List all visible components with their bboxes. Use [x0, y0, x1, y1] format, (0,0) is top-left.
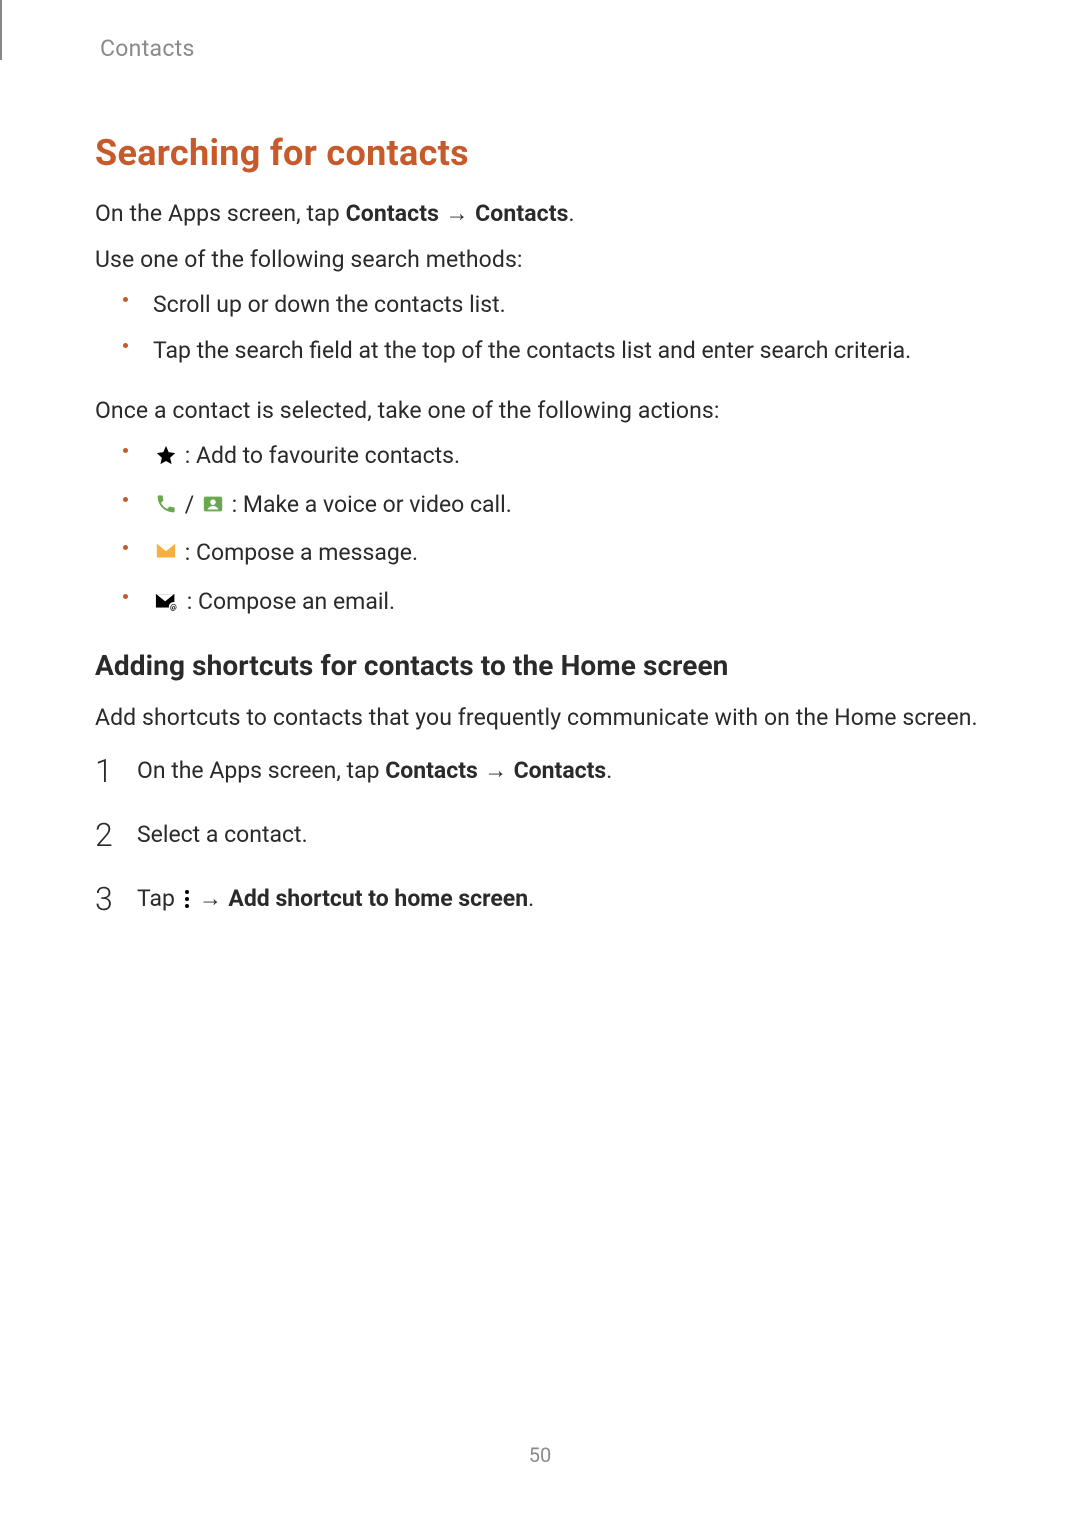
- arrow-text: →: [439, 200, 475, 226]
- search-methods-list: Scroll up or down the contacts list. Tap…: [123, 287, 985, 368]
- list-item-text: : Add to favourite contacts.: [179, 442, 460, 469]
- video-call-icon: [202, 490, 224, 526]
- star-icon: [155, 441, 177, 477]
- text: /: [179, 491, 200, 518]
- list-item: : Compose a message.: [123, 535, 985, 574]
- bullet-icon: [123, 497, 128, 502]
- text: Tap: [137, 885, 181, 912]
- message-icon: [155, 538, 177, 574]
- bold-text: Add shortcut to home screen: [228, 885, 528, 912]
- more-options-icon: [183, 884, 191, 920]
- step-item: Select a contact.: [95, 817, 985, 853]
- arrow-text: →: [478, 757, 514, 783]
- bold-text: Contacts: [475, 200, 568, 227]
- actions-intro: Once a contact is selected, take one of …: [95, 393, 985, 429]
- bullet-icon: [123, 594, 128, 599]
- subheading: Adding shortcuts for contacts to the Hom…: [95, 649, 985, 682]
- actions-list: : Add to favourite contacts. / : Make a …: [123, 438, 985, 623]
- page-number: 50: [0, 1443, 1080, 1467]
- text: Select a contact.: [137, 821, 308, 848]
- list-item: Tap the search field at the top of the c…: [123, 333, 985, 369]
- list-item: : Add to favourite contacts.: [123, 438, 985, 477]
- bold-text: Contacts: [346, 200, 439, 227]
- step-item: On the Apps screen, tap Contacts → Conta…: [95, 753, 985, 789]
- steps-list: On the Apps screen, tap Contacts → Conta…: [95, 753, 985, 919]
- list-item-text: : Compose an email.: [181, 588, 395, 615]
- bullet-icon: [123, 343, 128, 348]
- bullet-icon: [123, 297, 128, 302]
- step-item: Tap → Add shortcut to home screen.: [95, 881, 985, 920]
- list-item: @ : Compose an email.: [123, 584, 985, 623]
- phone-icon: [155, 490, 177, 526]
- arrow-text: →: [193, 885, 229, 911]
- section-header-label: Contacts: [100, 35, 985, 62]
- email-icon: @: [155, 587, 179, 623]
- svg-text:@: @: [170, 603, 177, 612]
- bullet-icon: [123, 448, 128, 453]
- intro-paragraph-1: On the Apps screen, tap Contacts → Conta…: [95, 196, 985, 232]
- list-item-text: Tap the search field at the top of the c…: [153, 337, 911, 364]
- list-item: Scroll up or down the contacts list.: [123, 287, 985, 323]
- text: .: [569, 200, 575, 227]
- text: .: [528, 885, 534, 912]
- header-rule: [0, 0, 52, 60]
- bullet-icon: [123, 545, 128, 550]
- text: On the Apps screen, tap: [95, 200, 346, 227]
- sub-intro: Add shortcuts to contacts that you frequ…: [95, 700, 985, 736]
- bold-text: Contacts: [514, 757, 607, 784]
- text: .: [606, 757, 612, 784]
- list-item-text: : Compose a message.: [179, 539, 418, 566]
- bold-text: Contacts: [385, 757, 478, 784]
- page-title: Searching for contacts: [95, 132, 985, 174]
- list-item: / : Make a voice or video call.: [123, 487, 985, 526]
- manual-page: Contacts Searching for contacts On the A…: [0, 0, 1080, 1527]
- list-item-text: Scroll up or down the contacts list.: [153, 291, 506, 318]
- intro-paragraph-2: Use one of the following search methods:: [95, 242, 985, 278]
- list-item-text: : Make a voice or video call.: [226, 491, 512, 518]
- text: On the Apps screen, tap: [137, 757, 385, 784]
